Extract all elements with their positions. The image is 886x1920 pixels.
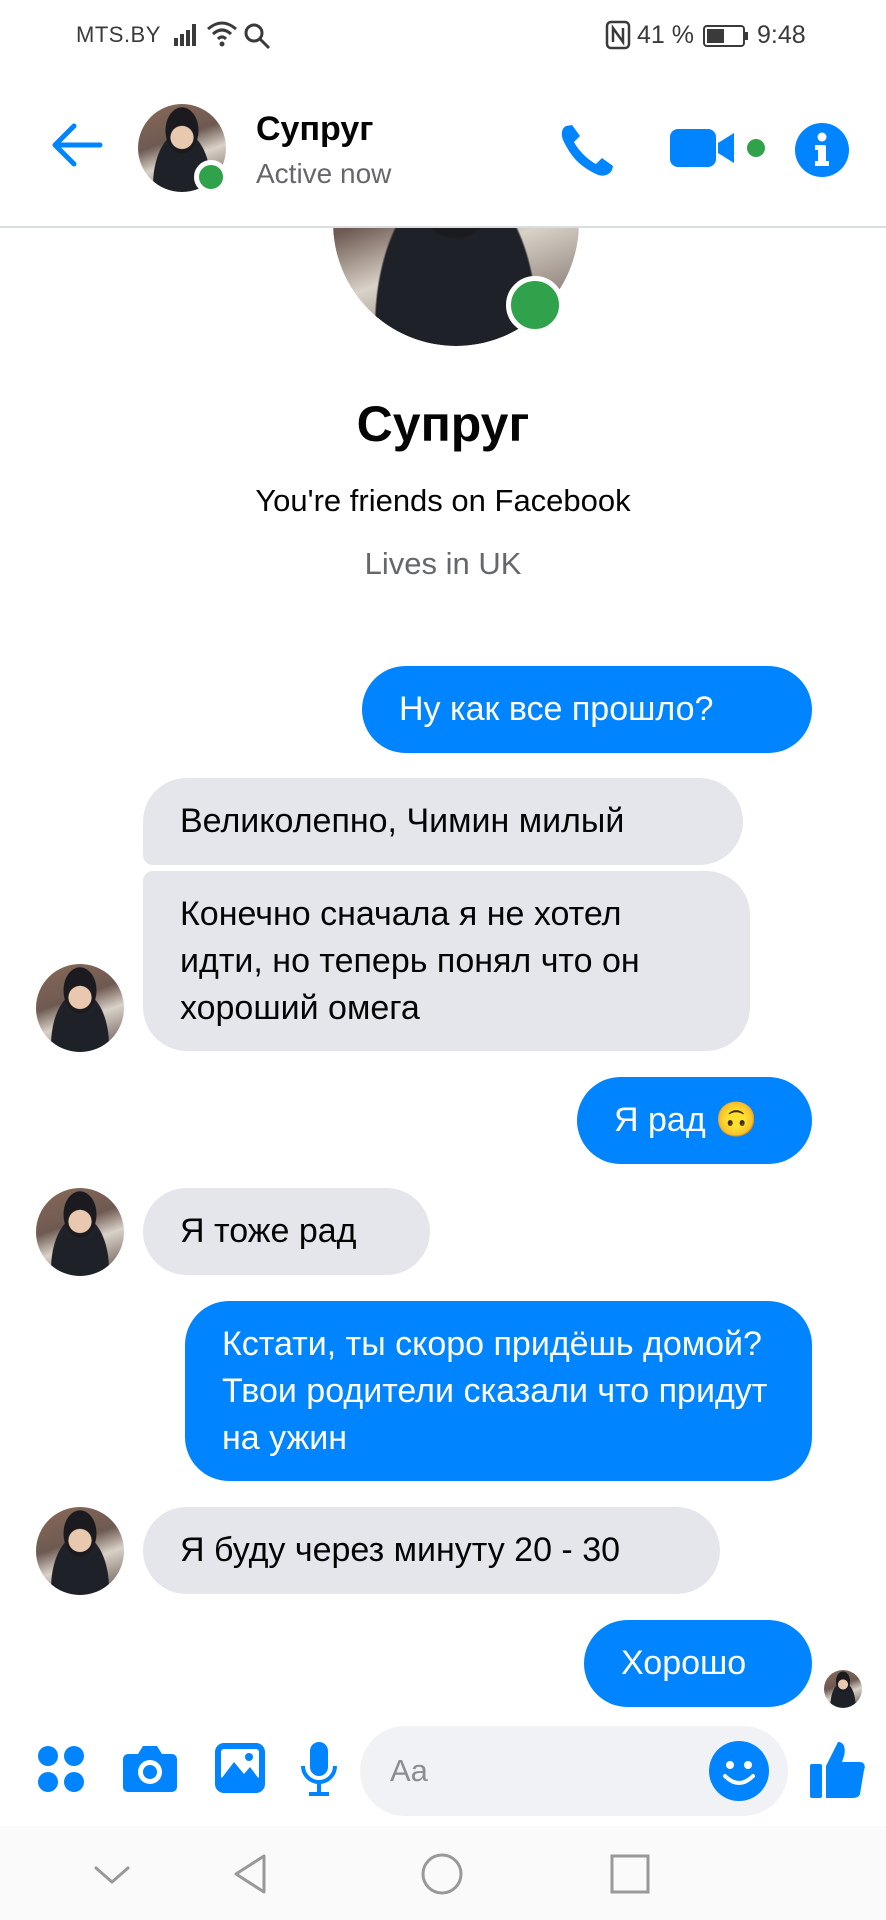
status-bar: MTS.BY 41 % 9:48: [0, 0, 886, 70]
avatar: [36, 964, 124, 1052]
location-info: Lives in UK: [364, 546, 522, 581]
message-outgoing[interactable]: Я рад 🙃: [577, 1077, 812, 1164]
message-incoming[interactable]: Я тоже рад: [143, 1188, 430, 1275]
camera-icon[interactable]: [122, 1742, 178, 1794]
battery-icon: [703, 25, 748, 47]
contact-name[interactable]: Супруг: [256, 110, 373, 149]
emoji-icon[interactable]: [708, 1740, 770, 1802]
sender-avatar[interactable]: [36, 964, 124, 1052]
friends-status: You're friends on Facebook: [255, 483, 631, 518]
microphone-icon[interactable]: [300, 1740, 338, 1798]
gallery-icon[interactable]: [214, 1742, 266, 1794]
system-nav-bar: [0, 1826, 886, 1920]
wifi-icon: [207, 21, 237, 47]
chevron-down-icon[interactable]: [88, 1850, 136, 1898]
avatar: [36, 1188, 124, 1276]
profile-online-indicator: [506, 276, 564, 334]
search-icon: [244, 23, 271, 50]
message-incoming[interactable]: Великолепно, Чимин милый: [143, 778, 743, 865]
sender-avatar[interactable]: [36, 1188, 124, 1276]
battery-percent: 41 %: [637, 21, 694, 49]
online-indicator: [194, 160, 228, 194]
message-input-placeholder: Aa: [390, 1753, 428, 1788]
avatar: [36, 1507, 124, 1595]
carrier-label: MTS.BY: [76, 22, 161, 47]
apps-icon[interactable]: [36, 1744, 86, 1794]
message-outgoing[interactable]: Хорошо: [584, 1620, 812, 1707]
contact-avatar[interactable]: [138, 104, 228, 194]
recents-square-icon[interactable]: [606, 1850, 654, 1898]
message-outgoing[interactable]: Кстати, ты скоро придёшь домой? Твои род…: [185, 1301, 812, 1481]
message-outgoing[interactable]: Ну как все прошло?: [362, 666, 812, 753]
thumbs-up-icon[interactable]: [808, 1738, 866, 1800]
info-icon[interactable]: [794, 122, 850, 178]
nfc-icon: [605, 20, 631, 50]
back-arrow-icon[interactable]: [50, 122, 104, 168]
signal-icon: [174, 24, 196, 46]
avatar: [824, 1670, 862, 1708]
read-receipt-avatar: [824, 1670, 862, 1708]
phone-icon[interactable]: [556, 120, 616, 180]
clock: 9:48: [757, 21, 806, 49]
message-composer: Aa: [0, 1716, 886, 1826]
profile-name: Супруг: [356, 396, 530, 452]
message-input[interactable]: Aa: [360, 1726, 788, 1816]
video-call-icon[interactable]: [670, 125, 766, 171]
message-incoming[interactable]: Я буду через минуту 20 - 30: [143, 1507, 720, 1594]
home-circle-icon[interactable]: [418, 1850, 466, 1898]
chat-header: Супруг Active now: [0, 70, 886, 228]
contact-status: Active now: [256, 158, 392, 189]
message-incoming[interactable]: Конечно сначала я не хотел идти, но тепе…: [143, 871, 750, 1051]
message-text: Я рад 🙃: [614, 1101, 758, 1139]
back-triangle-icon[interactable]: [228, 1850, 276, 1898]
sender-avatar[interactable]: [36, 1507, 124, 1595]
